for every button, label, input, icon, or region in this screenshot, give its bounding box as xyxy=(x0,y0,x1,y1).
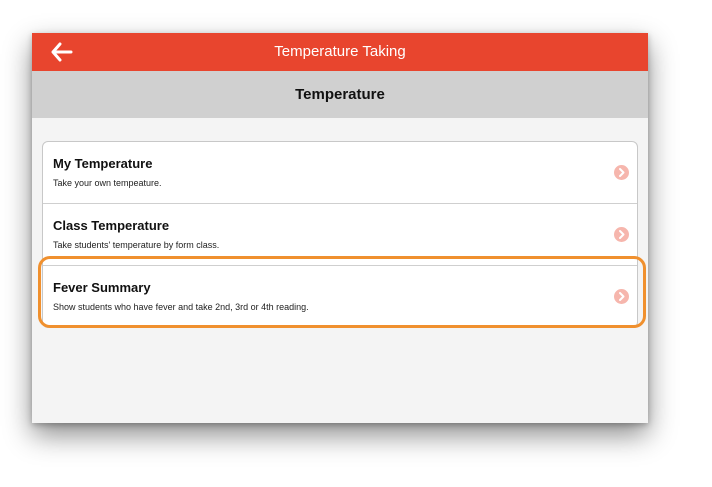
menu-item-description: Take students' temperature by form class… xyxy=(53,240,220,250)
app-header: Temperature Taking xyxy=(32,33,648,71)
menu-item-class-temperature[interactable]: Class Temperature Take students' tempera… xyxy=(43,204,637,266)
page-title: Temperature xyxy=(32,71,648,118)
menu-item-description: Show students who have fever and take 2n… xyxy=(53,302,309,312)
app-title: Temperature Taking xyxy=(274,43,406,60)
menu-item-label: Class Temperature xyxy=(53,218,170,233)
menu-item-my-temperature[interactable]: My Temperature Take your own tempeature. xyxy=(43,142,637,204)
chevron-right-circle-icon xyxy=(614,289,629,304)
menu-item-description: Take your own tempeature. xyxy=(53,178,162,188)
app-window: Temperature Taking Temperature My Temper… xyxy=(32,33,648,423)
chevron-right-circle-icon xyxy=(614,165,629,180)
menu-item-label: My Temperature xyxy=(53,156,153,171)
menu-list: My Temperature Take your own tempeature.… xyxy=(42,141,638,328)
menu-item-fever-summary[interactable]: Fever Summary Show students who have fev… xyxy=(43,266,637,327)
menu-item-label: Fever Summary xyxy=(53,280,151,295)
chevron-right-circle-icon xyxy=(614,227,629,242)
